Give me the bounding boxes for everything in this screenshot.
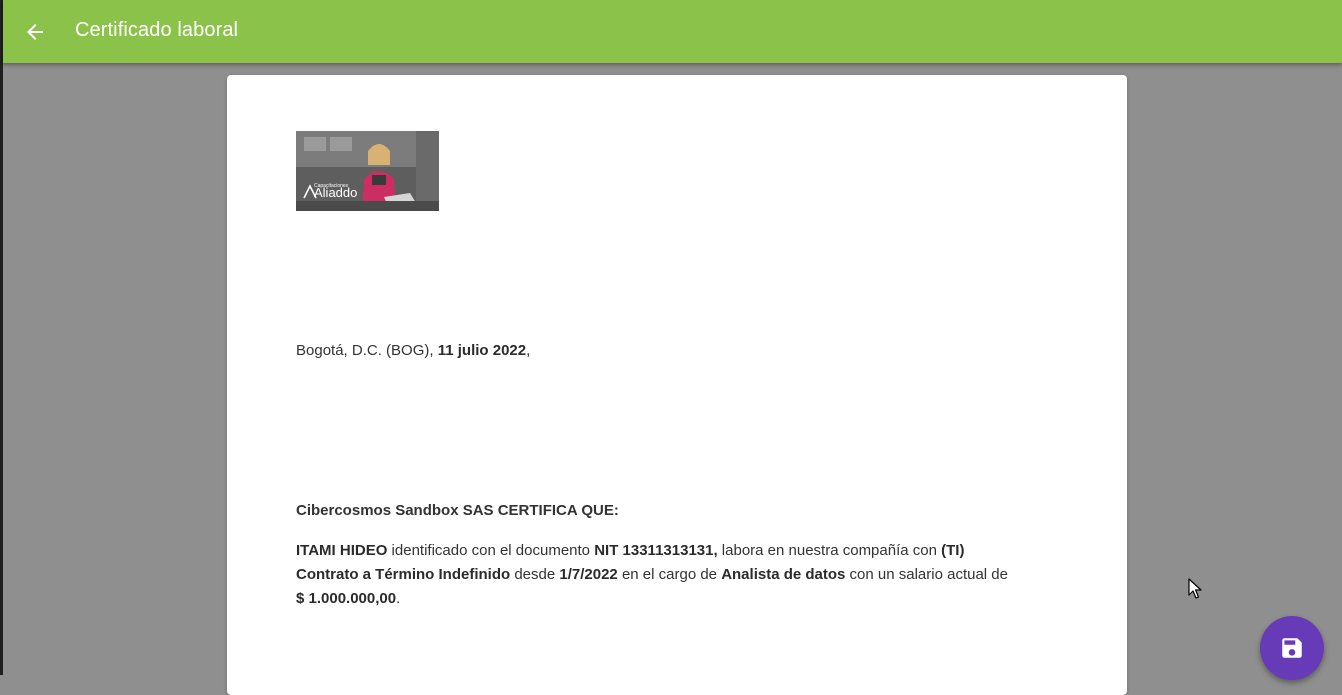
salary: $ 1.000.000,00 [296, 590, 397, 607]
certificate-document: Capacitaciones Aliaddo Bogotá, D.C. (BOG… [227, 75, 1127, 695]
place-and-date: Bogotá, D.C. (BOG), 11 julio 2022, [296, 342, 531, 359]
save-button[interactable] [1260, 616, 1324, 680]
window-edge [0, 0, 3, 675]
arrow-back-icon [27, 24, 43, 40]
job-position: Analista de datos [721, 566, 846, 583]
app-bar: Certificado laboral [3, 0, 1342, 63]
contract-type: Contrato a Término Indefinido [296, 566, 511, 583]
svg-text:Aliaddo: Aliaddo [314, 185, 357, 200]
certificate-date: 11 julio 2022 [437, 342, 527, 359]
company-logo: Capacitaciones Aliaddo [296, 131, 439, 211]
document-id: NIT 13311313131, [594, 542, 718, 559]
back-button[interactable] [19, 16, 51, 48]
start-date: 1/7/2022 [559, 566, 618, 583]
page-title: Certificado laboral [75, 19, 239, 41]
contract-code: (TI) [941, 542, 965, 559]
employee-name: ITAMI HIDEO [296, 542, 388, 559]
save-icon [1282, 638, 1302, 658]
certificate-heading: Cibercosmos Sandbox SAS CERTIFICA QUE: [296, 502, 619, 519]
certificate-body: ITAMI HIDEO identificado con el document… [296, 542, 1008, 607]
mouse-cursor-icon [1188, 578, 1202, 599]
